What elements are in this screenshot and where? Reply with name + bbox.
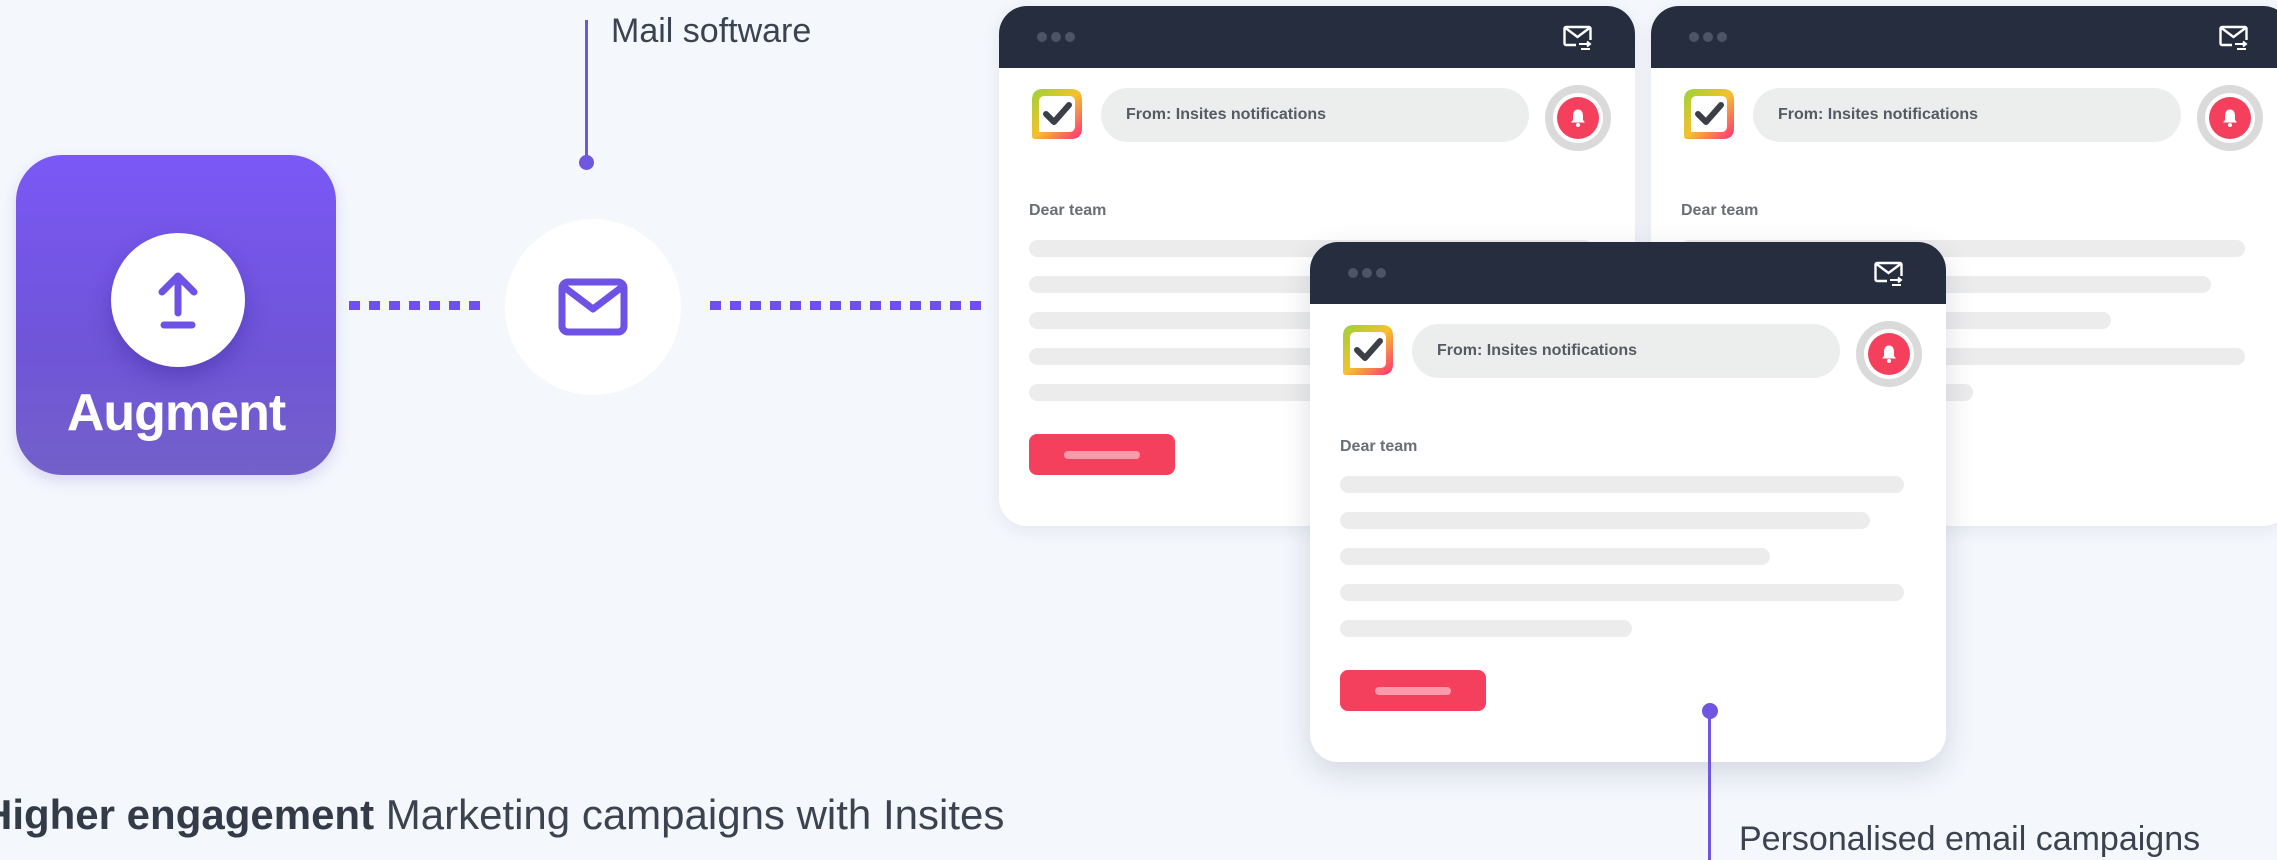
- bell-icon: [1571, 109, 1585, 127]
- envelope-icon: [558, 278, 628, 336]
- email-greeting: Dear team: [1029, 202, 1107, 219]
- window-dot: [1703, 32, 1713, 42]
- insites-logo-icon: [1684, 89, 1734, 139]
- dotted-connector: [349, 301, 483, 310]
- window-dot: [1689, 32, 1699, 42]
- mail-sync-icon: [1563, 25, 1593, 51]
- cta-button[interactable]: [1029, 434, 1175, 475]
- window-dot: [1717, 32, 1727, 42]
- from-field: From: Insites notifications: [1101, 88, 1529, 142]
- placeholder-line: [1029, 384, 1321, 401]
- placeholder-line: [1340, 548, 1770, 565]
- mail-sync-icon: [1874, 261, 1904, 287]
- upload-icon: [158, 272, 198, 329]
- mail-software-pointer-line: [585, 20, 588, 162]
- mail-software-node: [505, 219, 681, 395]
- personalised-pointer-line: [1708, 710, 1711, 860]
- placeholder-line: [1340, 512, 1870, 529]
- upload-icon-circle: [111, 233, 245, 367]
- email-greeting: Dear team: [1340, 438, 1418, 455]
- cta-button[interactable]: [1340, 670, 1486, 711]
- email-window-bar: [999, 6, 1635, 68]
- email-card: From: Insites notifications Dear team: [1310, 242, 1946, 762]
- window-dot: [1037, 32, 1047, 42]
- window-dot: [1376, 268, 1386, 278]
- mail-software-pointer-dot: [579, 155, 594, 170]
- tagline: Higher engagement Marketing campaigns wi…: [0, 791, 1004, 839]
- insites-logo-icon: [1343, 325, 1393, 375]
- from-field: From: Insites notifications: [1753, 88, 2181, 142]
- mail-sync-icon: [2219, 25, 2249, 51]
- email-greeting: Dear team: [1681, 202, 1759, 219]
- window-dot: [1065, 32, 1075, 42]
- insites-logo-icon: [1032, 89, 1082, 139]
- window-dot: [1051, 32, 1061, 42]
- placeholder-line: [1340, 584, 1904, 601]
- bell-icon: [1882, 345, 1896, 363]
- augment-title: Augment: [66, 384, 286, 442]
- placeholder-line: [1340, 476, 1904, 493]
- tagline-bold: Higher engagement: [0, 791, 375, 838]
- placeholder-line: [1340, 620, 1632, 637]
- bell-icon: [2223, 109, 2237, 127]
- window-dot: [1348, 268, 1358, 278]
- mail-software-label: Mail software: [611, 12, 812, 50]
- from-field: From: Insites notifications: [1412, 324, 1840, 378]
- tagline-rest: Marketing campaigns with Insites: [374, 791, 1005, 838]
- email-window-bar: [1310, 242, 1946, 304]
- dotted-connector: [710, 301, 990, 310]
- notification-bell: [2197, 85, 2263, 151]
- notification-bell: [1856, 321, 1922, 387]
- personalised-campaigns-label: Personalised email campaigns: [1739, 820, 2201, 858]
- personalised-pointer-dot: [1702, 703, 1718, 719]
- email-window-bar: [1651, 6, 2277, 68]
- window-dot: [1362, 268, 1372, 278]
- augment-tile: Augment: [16, 155, 336, 475]
- notification-bell: [1545, 85, 1611, 151]
